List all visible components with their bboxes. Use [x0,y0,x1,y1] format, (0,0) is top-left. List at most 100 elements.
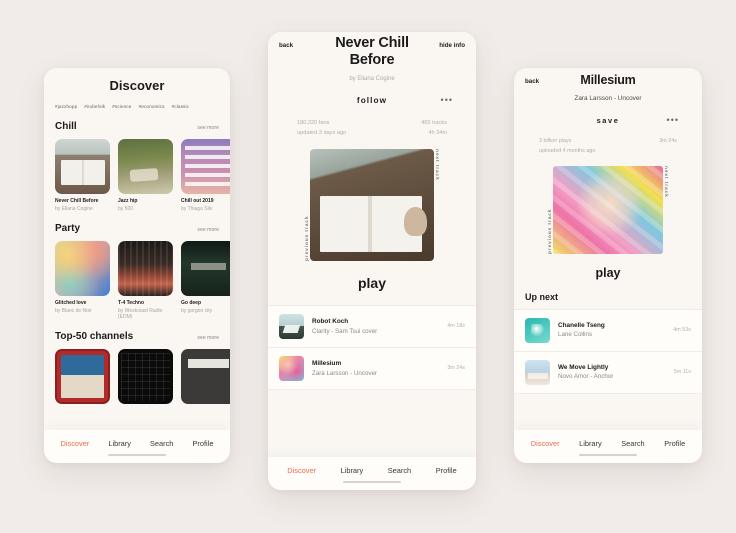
playlist-cover-art [310,148,434,261]
nav-item-search[interactable]: Search [621,439,644,448]
card-subtitle: by Blanc de Noir [55,307,92,314]
card-subtitle: by Westcoast Radio (EDM) [118,307,163,320]
track-list: Robot Koch Clarity - Sam Tsui cover 4m 1… [268,304,476,390]
nav-item-library[interactable]: Library [108,439,131,448]
track-row[interactable]: Millesium Zara Larsson - Uncover 3m 24s [268,348,476,390]
album-art [55,139,110,194]
stat-tracks: 465 tracks [421,119,447,126]
album-art [55,349,110,405]
tag-chip[interactable]: #classic [172,104,190,109]
playlist-card[interactable]: Chill out 2019 by Thiago Silv [181,139,230,212]
stats-left: 180,320 fans updated 3 days ago [297,118,346,139]
more-options-icon[interactable]: ••• [667,116,679,124]
track-name: Millesium [312,360,342,368]
playlist-card[interactable]: Go deep by gorgon city [181,241,230,320]
nav-item-library[interactable]: Library [341,466,364,475]
home-indicator [579,454,637,456]
card-subtitle: by Thiago Silv [181,205,213,212]
stat-updated: updated 3 days ago [297,130,347,137]
next-track-label[interactable]: next track [434,149,439,261]
play-button[interactable]: play [525,266,691,280]
tag-chip[interactable]: #economics [139,104,165,109]
track-row[interactable]: We Move Lightly Novo Amor - Anchor 5m 11… [514,352,702,394]
nav-item-search[interactable]: Search [150,439,173,448]
next-track-label[interactable]: next track [663,166,668,254]
play-button[interactable]: play [279,275,465,291]
back-button[interactable]: back [525,78,539,85]
track-name: We Move Lightly [558,363,609,371]
playlist-screen: back hide info Never Chill Before by Eli… [268,32,476,490]
channel-card[interactable] [118,349,173,405]
save-button[interactable]: save [597,116,620,125]
card-title: Go deep [181,300,202,306]
album-art [181,349,230,405]
follow-row: follow ••• [279,96,465,105]
track-row[interactable]: Chanelle Tseng Lane Collins 4m 53s [514,310,702,352]
bottom-navigation: Discover Library Search Profile [268,457,476,490]
track-name: Chanelle Tseng [558,321,605,329]
section-title: Top-50 channels [55,331,134,343]
page-title: Discover [109,78,165,93]
discover-screen: Discover #jazzhopp #indiefolk #science #… [44,68,230,463]
track-row[interactable]: Robot Koch Clarity - Sam Tsui cover 4m 1… [268,306,476,348]
tag-list: #jazzhopp #indiefolk #science #economics… [55,104,219,109]
cover-area: previous track next track [525,165,691,254]
card-title: T-4 Techno [118,300,145,306]
album-art [118,241,173,296]
card-title: Never Chill Before [55,198,99,204]
home-indicator [343,481,401,483]
see-more-link[interactable]: see more [197,335,219,341]
more-options-icon[interactable]: ••• [441,96,453,104]
card-title: Jazz hip [118,198,138,204]
nav-item-profile[interactable]: Profile [664,439,685,448]
see-more-link[interactable]: see more [197,227,219,233]
tag-chip[interactable]: #indiefolk [84,104,105,109]
track-name: Robot Koch [312,318,349,326]
stat-plays: 3 billion plays [539,138,572,144]
section-top50: Top-50 channels see more [55,331,230,405]
playlist-card[interactable]: T-4 Techno by Westcoast Radio (EDM) [118,241,173,320]
album-art [118,139,173,194]
nav-item-discover[interactable]: Discover [531,439,560,448]
nav-item-discover[interactable]: Discover [287,466,316,475]
bottom-navigation: Discover Library Search Profile [514,430,702,463]
album-art [181,139,230,194]
track-title: Millesium [580,73,636,87]
track-stats: 3 billion plays uploaded 4 months ago 3m… [525,136,691,157]
back-button[interactable]: back [279,42,293,49]
see-more-link[interactable]: see more [197,125,219,131]
tag-chip[interactable]: #science [112,104,131,109]
stat-duration: 3m 24s [659,138,677,144]
channel-card[interactable] [181,349,230,405]
stats-right: 465 tracks 4h 34m [421,118,447,139]
stats-left: 3 billion plays uploaded 4 months ago [539,136,595,157]
nav-item-profile[interactable]: Profile [436,466,457,475]
follow-button[interactable]: follow [357,96,387,105]
track-cover-art [553,165,663,254]
playlist-author: by Eliana Cogine [349,75,395,82]
track-artist: Novo Amor - Anchor [558,373,614,381]
nav-item-discover[interactable]: Discover [61,439,90,448]
track-duration: 3m 24s [447,365,465,372]
card-title: Glitched love [55,300,87,306]
channel-card[interactable] [55,349,110,405]
track-thumbnail [279,355,304,381]
playlist-title: Never Chill Before [335,35,409,68]
tag-chip[interactable]: #jazzhopp [55,104,77,109]
track-duration: 4m 18s [447,323,465,330]
track-duration: 5m 11s [673,369,691,376]
track-thumbnail [279,313,304,339]
hide-info-button[interactable]: hide info [439,42,465,49]
section-header: Top-50 channels see more [55,331,219,342]
playlist-card[interactable]: Glitched love by Blanc de Noir [55,241,110,320]
nav-item-library[interactable]: Library [579,439,602,448]
playlist-card[interactable]: Never Chill Before by Eliana Cogine [55,139,110,212]
card-row: Glitched love by Blanc de Noir T-4 Techn… [55,241,230,320]
album-art [181,241,230,296]
nav-item-search[interactable]: Search [388,466,411,475]
card-subtitle: by 500 [118,205,134,212]
card-row [55,349,230,405]
nav-item-profile[interactable]: Profile [192,439,213,448]
playlist-card[interactable]: Jazz hip by 500 [118,139,173,212]
section-header: Party see more [55,223,219,234]
